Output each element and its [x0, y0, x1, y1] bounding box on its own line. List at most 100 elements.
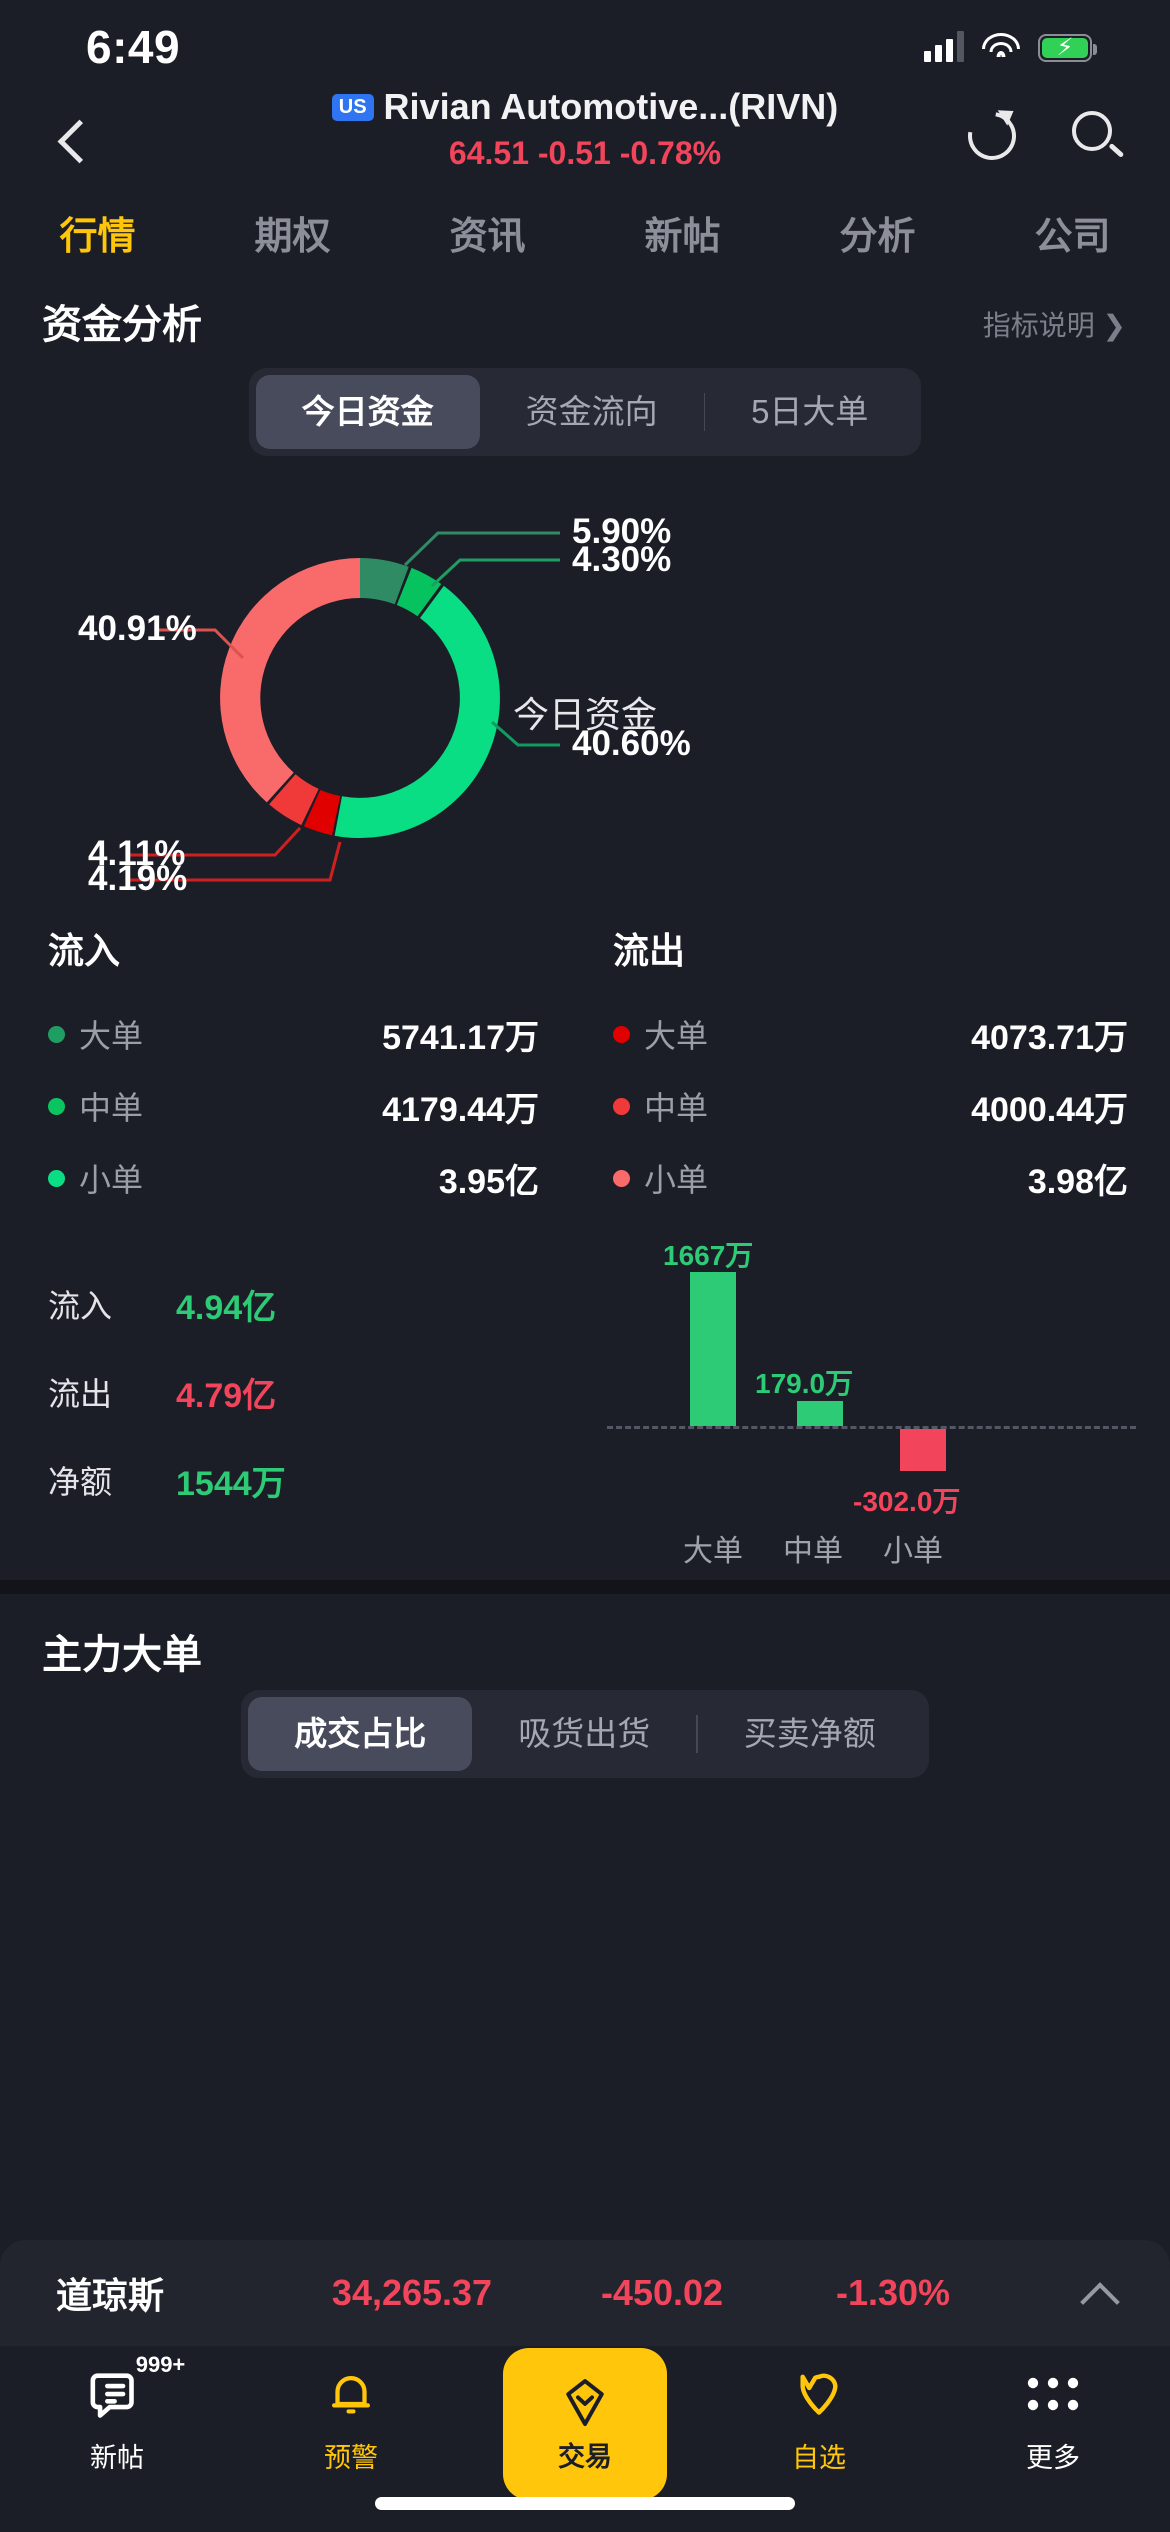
outflow-value: 4000.44万	[971, 1090, 1128, 1129]
nav-header: US Rivian Automotive...(RIVN) 64.51 -0.5…	[0, 86, 1170, 194]
summary-value: 4.94亿	[176, 1288, 277, 1327]
index-ticker-bar[interactable]: 道琼斯 34,265.37 -450.02 -1.30%	[0, 2240, 1170, 2346]
seg-accumulate-distribute[interactable]: 吸货出货	[472, 1697, 696, 1771]
inflow-value: 5741.17万	[382, 1018, 539, 1057]
index-change: -450.02	[600, 2272, 724, 2313]
bar-category-mid: 中单	[783, 1535, 843, 1568]
index-name: 道琼斯	[56, 2275, 165, 2316]
wifi-icon	[982, 32, 1020, 62]
summary-row-inflow: 流入 4.94亿	[48, 1260, 585, 1348]
seg-volume-ratio[interactable]: 成交占比	[248, 1697, 473, 1771]
main-orders-segmented-control: 成交占比 吸货出货 买卖净额	[0, 1690, 1170, 1778]
indicator-explain-link[interactable]: 指标说明 ❯	[983, 304, 1126, 344]
inflow-value: 4179.44万	[382, 1090, 539, 1129]
summary-table: 流入 4.94亿 流出 4.79亿 净额 1544万	[0, 1244, 585, 1544]
grid-more-icon	[936, 2356, 1170, 2434]
trade-icon	[566, 2378, 604, 2426]
summary-label: 流入	[48, 1288, 113, 1324]
bar-mid-orders	[797, 1401, 843, 1426]
donut-label-outflow-large: 40.91%	[78, 609, 197, 648]
status-bar: 6:49 ⚡	[0, 0, 1170, 88]
search-icon[interactable]	[1066, 106, 1128, 168]
tab-label: 更多	[1026, 2443, 1080, 2473]
summary-label: 净额	[48, 1464, 113, 1500]
tab-watchlist[interactable]: 自选	[702, 2356, 936, 2475]
heart-icon	[702, 2356, 936, 2434]
tab-zixun[interactable]: 资讯	[390, 192, 585, 282]
seg-fund-flow[interactable]: 资金流向	[480, 375, 704, 449]
section-tabs: 行情 期权 资讯 新帖 分析 公司	[0, 192, 1170, 282]
outflow-name: 小单	[644, 1162, 709, 1198]
summary-value: 1544万	[176, 1464, 286, 1503]
outflow-value: 4073.71万	[971, 1018, 1128, 1057]
fund-analysis-header: 资金分析 指标说明 ❯	[0, 282, 1170, 368]
donut-slice-outflow-large	[220, 558, 360, 803]
index-percent: -1.30%	[835, 2272, 951, 2313]
tab-xintie[interactable]: 新帖	[585, 192, 780, 282]
trade-pill[interactable]: 交易	[503, 2348, 667, 2500]
scroll-content[interactable]: 资金分析 指标说明 ❯ 今日资金 资金流向 5日大单 今日资金 5.90% 4.…	[0, 282, 1170, 2142]
outflow-row-large: 大单 4073.71万	[613, 998, 1170, 1070]
bar-category-large: 大单	[683, 1535, 743, 1568]
bottom-tab-bar: 999+ 新帖 预警 交易 自选 更多	[0, 2346, 1170, 2532]
tab-label: 自选	[792, 2443, 846, 2473]
refresh-icon[interactable]	[958, 102, 1026, 170]
feed-icon: 999+	[0, 2352, 234, 2434]
fund-segmented-control: 今日资金 资金流向 5日大单	[0, 368, 1170, 456]
bell-icon	[234, 2356, 468, 2434]
stock-name: Rivian Automotive...(RIVN)	[383, 86, 839, 127]
bar-label-mid: 179.0万	[755, 1368, 854, 1399]
unread-badge: 999+	[135, 2352, 186, 2377]
outflow-row-mid: 中单 4000.44万	[613, 1070, 1170, 1142]
page-title: US Rivian Automotive...(RIVN)	[331, 86, 839, 128]
bar-large-orders	[690, 1272, 736, 1426]
seg-5day-big-orders[interactable]: 5日大单	[705, 375, 914, 449]
tab-label: 新帖	[90, 2443, 144, 2473]
tab-alerts[interactable]: 预警	[234, 2356, 468, 2475]
home-indicator	[375, 2497, 795, 2510]
tab-trade[interactable]: 交易	[468, 2348, 702, 2500]
legend-dot-icon	[48, 1169, 65, 1187]
inflow-value: 3.95亿	[438, 1162, 539, 1201]
inflow-name: 中单	[79, 1090, 144, 1126]
flow-tables: 流入 大单 5741.17万 中单 4179.44万 小单 3.95亿 流出 大…	[0, 922, 1170, 1214]
index-price: 34,265.37	[331, 2272, 493, 2313]
nav-actions	[958, 102, 1128, 170]
inflow-row-large: 大单 5741.17万	[48, 998, 585, 1070]
inflow-row-small: 小单 3.95亿	[48, 1142, 585, 1214]
tab-gongsi[interactable]: 公司	[975, 192, 1170, 282]
tab-new-posts[interactable]: 999+ 新帖	[0, 2352, 234, 2475]
bar-small-orders	[900, 1429, 946, 1471]
tab-more[interactable]: 更多	[936, 2356, 1170, 2475]
legend-dot-icon	[48, 1025, 65, 1043]
tab-fenxi[interactable]: 分析	[780, 192, 975, 282]
main-orders-title: 主力大单	[42, 1633, 202, 1677]
chevron-up-icon[interactable]	[1082, 2276, 1116, 2310]
tab-label: 交易	[558, 2441, 612, 2472]
section-divider	[0, 1580, 1170, 1594]
legend-dot-icon	[613, 1025, 630, 1043]
status-time: 6:49	[86, 21, 181, 73]
seg-today-funds[interactable]: 今日资金	[255, 375, 480, 449]
net-bar-chart: 1667万 179.0万 -302.0万 大单 中单 小单	[585, 1240, 1170, 1568]
seg-buy-sell-net[interactable]: 买卖净额	[698, 1697, 922, 1771]
inflow-name: 小单	[79, 1162, 144, 1198]
outflow-header: 流出	[613, 930, 686, 971]
tab-qiquan[interactable]: 期权	[195, 192, 390, 282]
outflow-name: 中单	[644, 1090, 709, 1126]
bar-category-small: 小单	[883, 1535, 943, 1568]
outflow-column: 流出 大单 4073.71万 中单 4000.44万 小单 3.98亿	[585, 922, 1170, 1214]
inflow-header: 流入	[48, 930, 121, 971]
inflow-name: 大单	[79, 1018, 144, 1054]
bar-label-large: 1667万	[663, 1240, 754, 1271]
tab-hangqing[interactable]: 行情	[0, 192, 195, 282]
inflow-row-mid: 中单 4179.44万	[48, 1070, 585, 1142]
battery-charging-icon: ⚡	[1038, 34, 1097, 62]
leader-line-2	[430, 558, 560, 588]
legend-dot-icon	[613, 1169, 630, 1187]
status-indicators: ⚡	[924, 30, 1097, 62]
summary-and-bar-chart: 流入 4.94亿 流出 4.79亿 净额 1544万 1667万 179.0万 …	[0, 1240, 1170, 1568]
tab-label: 预警	[324, 2443, 378, 2473]
donut-label-inflow-mid: 4.30%	[572, 540, 672, 579]
outflow-value: 3.98亿	[1027, 1162, 1128, 1201]
